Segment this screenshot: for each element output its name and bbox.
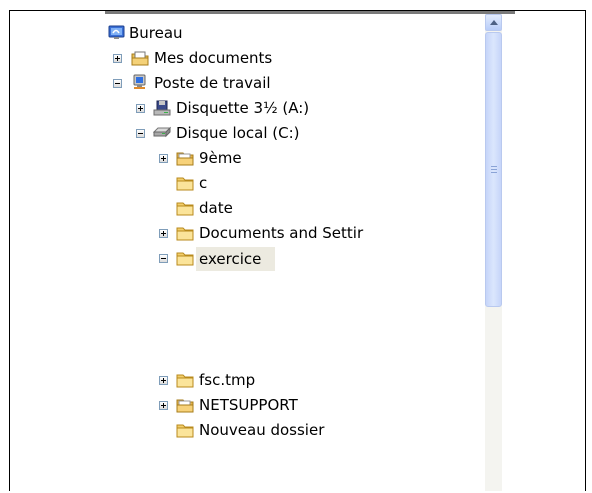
tree-item-label: Poste de travail [154, 74, 271, 92]
folder-icon [176, 177, 194, 191]
thumb-grip-line [491, 166, 497, 167]
folder-tree: Bureau Mes documents Poste de travail Di… [105, 14, 485, 491]
expand-plus-icon[interactable] [136, 104, 145, 113]
expand-plus-icon[interactable] [159, 376, 168, 385]
scroll-up-arrow-icon[interactable] [485, 14, 502, 31]
desktop-icon [108, 25, 125, 39]
tree-item-label: Disquette 3½ (A:) [176, 99, 310, 117]
thumb-grip-line [491, 169, 497, 170]
tree-item-label: Disque local (C:) [176, 124, 300, 142]
my-computer-icon [133, 74, 146, 89]
scrollbar-thumb[interactable] [485, 32, 502, 307]
folder-icon [176, 424, 194, 438]
folder-icon [176, 252, 194, 266]
tree-item-label: c [199, 174, 208, 192]
folder-tree-pane: Bureau Mes documents Poste de travail Di… [9, 10, 586, 491]
tree-item-label: Mes documents [154, 49, 273, 67]
folder-open-icon [176, 152, 194, 166]
expand-plus-icon[interactable] [159, 154, 168, 163]
folder-open-icon [176, 399, 194, 413]
tree-item-label: fsc.tmp [199, 371, 256, 389]
tree-item-label: 9ème [199, 149, 242, 167]
collapse-minus-icon[interactable] [136, 129, 145, 138]
tree-item-label: NETSUPPORT [199, 396, 298, 414]
hard-drive-icon [153, 126, 171, 138]
tree-item-label: Documents and Settir [199, 224, 364, 242]
expand-plus-icon[interactable] [113, 54, 122, 63]
tree-item-label: date [199, 199, 233, 217]
tree-item-label: Bureau [129, 24, 183, 42]
folder-icon [176, 227, 194, 241]
expand-plus-icon[interactable] [159, 401, 168, 410]
floppy-drive-icon [153, 100, 171, 116]
my-documents-icon [131, 51, 149, 66]
collapse-minus-icon[interactable] [113, 79, 122, 88]
folder-icon [176, 202, 194, 216]
vertical-scrollbar[interactable] [485, 14, 502, 491]
thumb-grip-line [491, 172, 497, 173]
expand-plus-icon[interactable] [159, 229, 168, 238]
tree-item-label: Nouveau dossier [199, 421, 325, 439]
folder-icon [176, 374, 194, 388]
collapse-minus-icon[interactable] [159, 254, 168, 263]
tree-item-label-selected: exercice [196, 247, 276, 271]
